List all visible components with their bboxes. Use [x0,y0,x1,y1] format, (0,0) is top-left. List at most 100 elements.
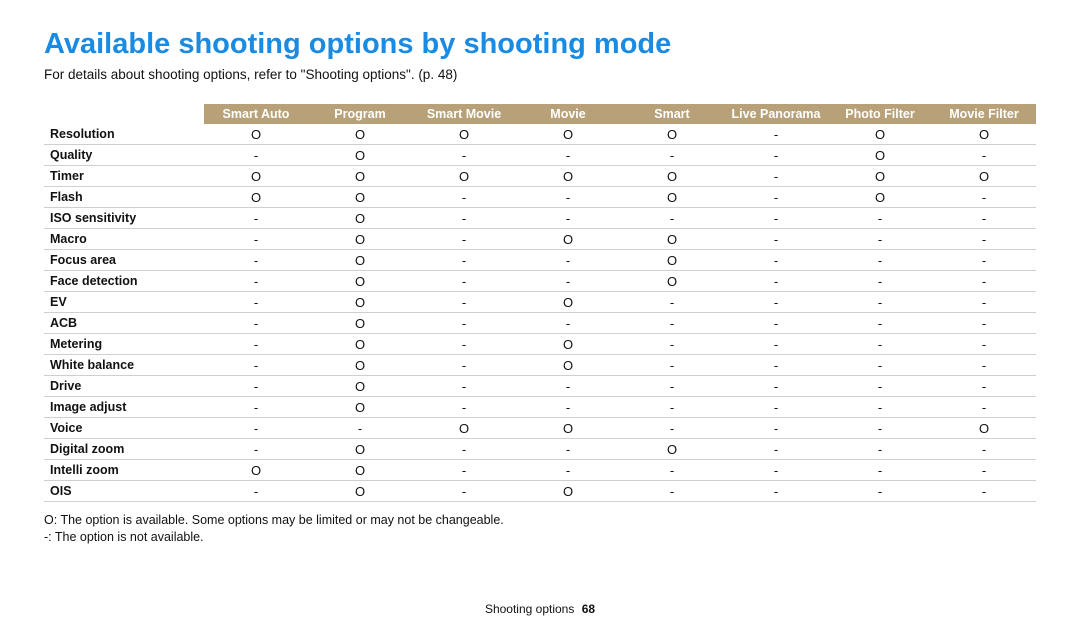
row-header: White balance [44,355,204,376]
table-cell: - [724,145,828,166]
table-cell: O [308,355,412,376]
table-cell: O [308,334,412,355]
table-cell: - [516,250,620,271]
footer-page-number: 68 [582,602,595,616]
table-row: Image adjust-O------ [44,397,1036,418]
table-cell: O [620,187,724,208]
table-cell: O [204,166,308,187]
table-cell: - [932,250,1036,271]
footer-section: Shooting options [485,602,574,616]
table-cell: - [204,376,308,397]
options-table: Smart Auto Program Smart Movie Movie Sma… [44,104,1036,502]
table-cell: - [932,334,1036,355]
page-subtitle: For details about shooting options, refe… [44,67,1036,82]
table-cell: O [932,166,1036,187]
table-cell: O [308,292,412,313]
table-notes: O: The option is available. Some options… [44,512,1036,546]
table-cell: - [412,313,516,334]
table-cell: - [516,460,620,481]
table-cell: - [828,250,932,271]
table-cell: - [204,355,308,376]
table-cell: - [620,418,724,439]
table-row: OIS-O-O---- [44,481,1036,502]
row-header: Resolution [44,124,204,145]
table-cell: - [828,271,932,292]
table-cell: O [308,313,412,334]
row-header: Quality [44,145,204,166]
row-header: ACB [44,313,204,334]
table-cell: - [412,439,516,460]
table-cell: - [620,208,724,229]
table-cell: - [204,481,308,502]
table-cell: - [412,145,516,166]
table-cell: O [620,271,724,292]
table-cell: - [932,313,1036,334]
table-cell: O [620,124,724,145]
note-available: O: The option is available. Some options… [44,512,1036,529]
table-cell: - [412,208,516,229]
table-cell: - [724,439,828,460]
table-cell: - [828,397,932,418]
table-cell: O [308,481,412,502]
table-cell: - [828,439,932,460]
table-cell: O [308,187,412,208]
table-cell: - [204,208,308,229]
table-row: Intelli zoomOO------ [44,460,1036,481]
table-cell: - [828,376,932,397]
table-cell: - [620,313,724,334]
row-header: Image adjust [44,397,204,418]
row-header: Macro [44,229,204,250]
table-cell: - [724,250,828,271]
column-header: Live Panorama [724,104,828,124]
table-cell: - [724,271,828,292]
table-cell: - [412,481,516,502]
table-row: Quality-O----O- [44,145,1036,166]
row-header: Drive [44,376,204,397]
page: Available shooting options by shooting m… [0,0,1080,630]
table-cell: - [412,334,516,355]
table-cell: - [204,229,308,250]
table-cell: - [724,334,828,355]
table-cell: - [204,145,308,166]
table-cell: - [412,187,516,208]
table-cell: - [932,376,1036,397]
table-cell: - [620,460,724,481]
table-cell: - [724,397,828,418]
column-header: Photo Filter [828,104,932,124]
table-cell: - [724,166,828,187]
column-header: Program [308,104,412,124]
table-cell: - [724,355,828,376]
table-cell: O [308,250,412,271]
table-cell: O [412,166,516,187]
page-footer: Shooting options 68 [0,602,1080,616]
table-cell: - [620,481,724,502]
table-cell: O [308,439,412,460]
table-header-spacer [44,104,204,124]
table-cell: - [204,313,308,334]
table-cell: - [620,355,724,376]
table-cell: - [620,334,724,355]
table-cell: - [932,439,1036,460]
table-cell: - [828,292,932,313]
table-cell: O [204,187,308,208]
table-cell: O [516,229,620,250]
row-header: Face detection [44,271,204,292]
table-cell: - [204,271,308,292]
table-cell: - [828,481,932,502]
row-header: Flash [44,187,204,208]
row-header: Intelli zoom [44,460,204,481]
row-header: Metering [44,334,204,355]
table-cell: - [516,208,620,229]
table-cell: - [412,250,516,271]
row-header: Voice [44,418,204,439]
table-cell: - [932,481,1036,502]
table-cell: - [412,271,516,292]
row-header: EV [44,292,204,313]
column-header: Movie Filter [932,104,1036,124]
table-cell: - [932,229,1036,250]
table-cell: - [828,460,932,481]
table-cell: O [308,166,412,187]
table-row: Focus area-O--O--- [44,250,1036,271]
table-row: Macro-O-OO--- [44,229,1036,250]
table-cell: O [516,355,620,376]
